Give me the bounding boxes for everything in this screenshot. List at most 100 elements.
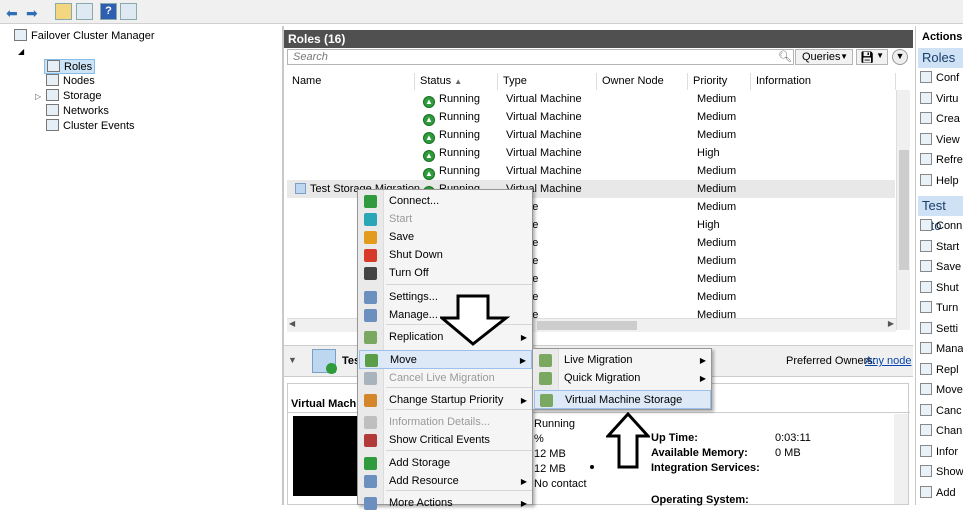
action-item[interactable]: Show (920, 462, 963, 482)
scroll-right-icon[interactable]: ▶ (888, 319, 894, 328)
action-item[interactable]: Infor (920, 442, 958, 462)
menu-item-cancel-live-migration[interactable]: Cancel Live Migration (359, 369, 532, 388)
tree-item-roles[interactable]: Roles (44, 59, 96, 74)
menu-item-more-actions[interactable]: More Actions ▶ (359, 494, 532, 513)
action-item[interactable]: Virtu (920, 89, 958, 109)
show-hide-tree-icon[interactable] (76, 3, 93, 20)
queries-button[interactable]: Queries ▼ (795, 49, 853, 65)
action-item[interactable]: Start (920, 237, 959, 257)
submenu-arrow-icon: ▶ (520, 499, 527, 508)
actions-section-roles[interactable]: Roles (918, 48, 963, 68)
table-row[interactable]: ▲ Running Virtual Machine Medium (287, 108, 895, 126)
action-item[interactable]: Chan (920, 421, 962, 441)
action-item[interactable]: View (920, 130, 960, 150)
tree-root[interactable]: Failover Cluster Manager (14, 29, 155, 44)
column-header-name[interactable]: Name (287, 73, 415, 90)
priority-cell: Medium (697, 111, 737, 123)
sort-ascending-icon: ▲ (454, 77, 463, 86)
action-item[interactable]: Conn (920, 216, 962, 236)
detail-scrollbar[interactable] (894, 414, 908, 504)
table-row[interactable]: ▲ Running Virtual Machine Medium (287, 126, 895, 144)
column-header-priority[interactable]: Priority (688, 73, 751, 90)
collapse-pane-icon[interactable]: ▼ (892, 49, 908, 65)
collapse-details-icon[interactable]: ▼ (288, 355, 297, 365)
search-icon[interactable]: 🔍︎ (778, 50, 792, 63)
action-label: Virtu (936, 92, 959, 105)
action-item[interactable]: Repl (920, 360, 959, 380)
menu-item-icon (364, 267, 377, 280)
menu-item-icon (364, 249, 377, 262)
table-row[interactable]: ▲ Running Virtual Machine High (287, 144, 895, 162)
menu-item-icon (364, 416, 377, 429)
submenu-item-virtual-machine-storage[interactable]: Virtual Machine Storage (534, 390, 711, 409)
menu-item-add-resource[interactable]: Add Resource ▶ (359, 472, 532, 491)
submenu-item-quick-migration[interactable]: Quick Migration ▶ (534, 369, 711, 388)
up-folder-icon[interactable] (55, 3, 72, 20)
menu-item-information-details[interactable]: Information Details... (359, 413, 532, 432)
action-label: Canc (936, 404, 962, 417)
priority-cell: Medium (697, 201, 737, 213)
pane-splitter[interactable] (282, 26, 284, 505)
menu-item-start[interactable]: Start (359, 210, 532, 229)
table-row[interactable]: ▲ Running Virtual Machine Medium (287, 162, 895, 180)
tree-expand-icon[interactable]: ▷ (35, 89, 41, 104)
action-item[interactable]: Setti (920, 319, 958, 339)
tree-collapse-icon[interactable]: ◢ (18, 44, 24, 59)
vertical-scrollbar[interactable] (896, 90, 910, 330)
chevron-down-icon: ▼ (876, 51, 884, 60)
forward-arrow-icon[interactable]: ➡ (26, 5, 38, 22)
detail-memory-demand-value: 12 MB (534, 463, 566, 475)
submenu-item-live-migration[interactable]: Live Migration ▶ (534, 351, 711, 370)
tree-item-label: Nodes (63, 75, 95, 87)
search-input[interactable]: Search (287, 49, 794, 65)
save-query-button[interactable]: 💾︎ ▼ (856, 49, 888, 65)
menu-item-icon (364, 213, 377, 226)
preferred-owners-link[interactable]: Any node (865, 355, 911, 367)
menu-item-label: Turn Off (389, 267, 429, 279)
column-header-information[interactable]: Information (751, 73, 896, 90)
scroll-thumb[interactable] (899, 150, 909, 270)
menu-item-save[interactable]: Save (359, 228, 532, 247)
menu-item-add-storage[interactable]: Add Storage (359, 454, 532, 473)
menu-item-icon (364, 231, 377, 244)
menu-item-show-critical-events[interactable]: Show Critical Events (359, 431, 532, 450)
action-item[interactable]: Refre (920, 150, 963, 170)
column-header-owner-node[interactable]: Owner Node (597, 73, 688, 90)
action-item[interactable]: Move (920, 380, 963, 400)
action-item[interactable]: Shut (920, 278, 959, 298)
action-label: Conf (936, 72, 960, 84)
action-item[interactable]: Help (920, 171, 959, 191)
table-row[interactable]: ▲ Running Virtual Machine Medium (287, 90, 895, 108)
column-header-status[interactable]: Status ▲ (415, 73, 498, 90)
menu-item-shut-down[interactable]: Shut Down (359, 246, 532, 265)
action-item[interactable]: Conf (920, 68, 959, 88)
action-icon (920, 342, 932, 354)
tree-item-networks[interactable]: Networks (46, 104, 109, 119)
action-label: Chan (936, 425, 963, 437)
menu-item-icon (364, 291, 377, 304)
menu-item-turn-off[interactable]: Turn Off (359, 264, 532, 283)
menu-item-change-startup-priority[interactable]: Change Startup Priority ▶ (359, 391, 532, 410)
action-item[interactable]: Mana (920, 339, 963, 359)
vm-tab[interactable]: Virtual Machin (291, 398, 366, 410)
scroll-left-icon[interactable]: ◀ (289, 319, 295, 328)
actions-section-vm[interactable]: Test Sto (918, 196, 963, 233)
scroll-thumb[interactable] (537, 321, 637, 330)
action-item[interactable]: Add (920, 483, 956, 503)
back-arrow-icon[interactable]: ⬅ (6, 5, 18, 22)
column-header-type[interactable]: Type (498, 73, 597, 90)
show-hide-action-pane-icon[interactable] (120, 3, 137, 20)
menu-item-icon (540, 394, 553, 407)
tree-item-cluster-events[interactable]: Cluster Events (46, 119, 135, 134)
vm-console-thumbnail[interactable] (293, 416, 363, 496)
menu-item-connect[interactable]: Connect... (359, 192, 532, 211)
action-item[interactable]: Turn (920, 298, 958, 318)
tree-item-storage[interactable]: Storage (46, 89, 102, 104)
menu-item-move[interactable]: Move ▶ (359, 350, 532, 369)
help-icon[interactable]: ? (100, 3, 117, 20)
action-item[interactable]: Canc (920, 401, 962, 421)
tree-item-nodes[interactable]: Nodes (46, 74, 95, 89)
action-item[interactable]: Crea (920, 109, 960, 129)
action-item[interactable]: Save (920, 257, 961, 277)
priority-cell: Medium (697, 273, 737, 285)
